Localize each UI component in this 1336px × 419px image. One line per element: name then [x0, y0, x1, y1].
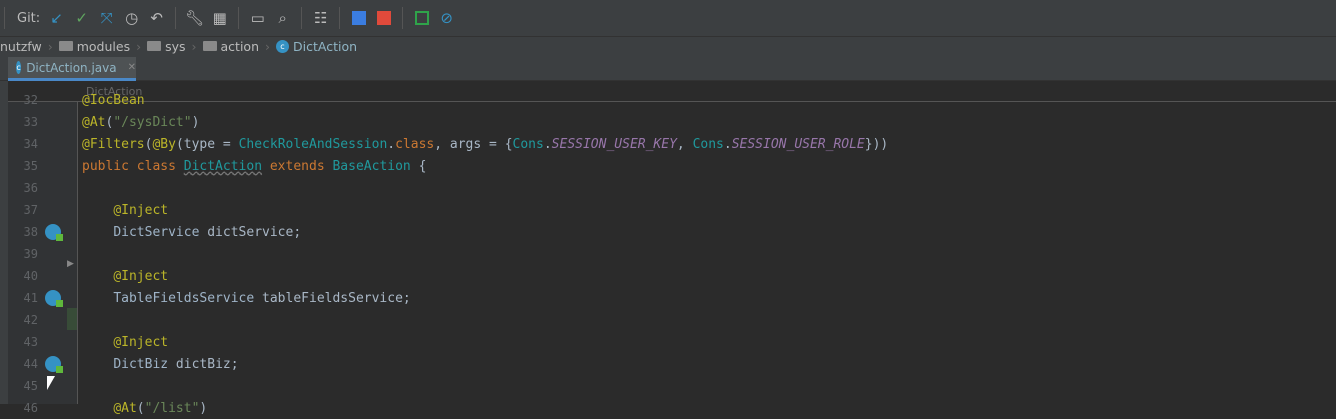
line-number: 33 [23, 115, 38, 129]
plugin-icon[interactable] [411, 7, 433, 29]
code-line[interactable]: 44 DictBiz dictBiz; [0, 353, 1336, 375]
folder-icon [147, 41, 162, 51]
code-text: public class DictAction extends BaseActi… [82, 158, 427, 174]
revert-icon[interactable]: ↶ [146, 7, 168, 29]
compass-icon[interactable]: ⊘ [436, 7, 458, 29]
line-number: 34 [23, 137, 38, 151]
search-icon[interactable]: ⌕ [272, 7, 294, 29]
translate-2-icon[interactable] [373, 7, 395, 29]
code-editor[interactable]: 32 @IocBean 33 @At("/sysDict") 34 @Filters(@B… [0, 89, 1336, 419]
merge-icon[interactable]: ⤧ [96, 7, 118, 29]
code-text: @At("/sysDict") [82, 114, 200, 130]
separator [402, 7, 404, 29]
line-number: 42 [23, 313, 38, 327]
line-number: 40 [23, 269, 38, 283]
breadcrumb-item[interactable]: nutzfw [0, 39, 42, 54]
injected-bean-icon[interactable] [45, 356, 63, 373]
breadcrumb-label: modules [76, 38, 131, 54]
code-text: @Filters(@By(type = CheckRoleAndSession.… [82, 136, 889, 152]
line-number: 37 [23, 203, 38, 217]
folder-icon [202, 41, 217, 51]
line-number: 38 [23, 225, 38, 239]
breadcrumb-label: sys [165, 38, 186, 54]
code-text: DictService dictService; [113, 224, 302, 240]
separator [175, 7, 177, 29]
code-text: @Inject [113, 202, 169, 218]
line-number: 43 [23, 335, 38, 349]
history-icon[interactable]: ◷ [121, 7, 143, 29]
folder-icon [58, 41, 73, 51]
breadcrumb-item[interactable]: c DictAction [276, 39, 357, 54]
code-line[interactable]: 36 [0, 177, 1336, 199]
tab-dictaction-java[interactable]: c DictAction.java ✕ [8, 57, 136, 81]
line-number: 44 [23, 357, 38, 371]
code-line[interactable]: 39 [0, 243, 1336, 265]
code-text: @Inject [113, 268, 169, 284]
code-text: @Inject [113, 334, 169, 350]
code-line[interactable]: 40 @Inject [0, 265, 1336, 287]
code-line[interactable]: 46 @At("/list") [0, 397, 1336, 419]
breadcrumb-label: nutzfw [0, 38, 42, 54]
code-line[interactable]: 37 @Inject [0, 199, 1336, 221]
line-number: 36 [23, 181, 38, 195]
code-line[interactable]: 33 @At("/sysDict") [0, 111, 1336, 133]
separator [339, 7, 341, 29]
code-line[interactable]: 42 [0, 309, 1336, 331]
line-number: 32 [23, 93, 38, 107]
settings-wrench-icon[interactable]: 🔧︎ [184, 7, 206, 29]
main-toolbar: Git: ↙ ✓ ⤧ ◷ ↶ 🔧︎ ▦ ▭ ⌕ ☷ ⊘ [0, 0, 1336, 37]
separator [4, 7, 5, 29]
tab-label: DictAction.java [26, 60, 117, 75]
code-line[interactable]: 32 @IocBean [0, 89, 1336, 111]
code-text: @IocBean [82, 92, 145, 108]
code-text: @At("/list") [113, 400, 208, 416]
fold-arrow-icon[interactable]: ▶ [67, 259, 74, 269]
code-text: DictBiz dictBiz; [113, 356, 239, 372]
breadcrumb-item[interactable]: sys [147, 38, 186, 54]
close-icon[interactable]: ✕ [128, 62, 136, 73]
breadcrumb-item[interactable]: action [202, 38, 259, 54]
code-text: TableFieldsService tableFieldsService; [113, 290, 411, 306]
separator [301, 7, 303, 29]
injected-bean-icon[interactable] [45, 224, 63, 241]
line-number: 35 [23, 159, 38, 173]
separator [238, 7, 240, 29]
code-line[interactable]: 38 DictService dictService; [0, 221, 1336, 243]
code-line[interactable]: 41 TableFieldsService tableFieldsService… [0, 287, 1336, 309]
line-number: 41 [23, 291, 38, 305]
line-number: 46 [23, 401, 38, 415]
breadcrumb-label: action [220, 38, 259, 54]
code-line[interactable]: 34 @Filters(@By(type = CheckRoleAndSessio… [0, 133, 1336, 155]
code-line[interactable]: 35 public class DictAction extends BaseAc… [0, 155, 1336, 177]
mouse-cursor-icon [47, 376, 55, 390]
code-line[interactable]: 45 [0, 375, 1336, 397]
translate-icon[interactable] [348, 7, 370, 29]
git-label: Git: [17, 10, 41, 26]
class-icon: c [16, 61, 22, 74]
code-line[interactable]: 43 @Inject [0, 331, 1336, 353]
project-structure-icon[interactable]: ▦ [209, 7, 231, 29]
class-icon: c [276, 39, 289, 53]
editor-tabs: c DictAction.java ✕ [0, 55, 1336, 81]
breadcrumb-label: DictAction [293, 38, 358, 54]
breadcrumb: nutzfw › modules › sys › action › c DictActio… [0, 37, 1336, 55]
commit-icon[interactable]: ✓ [71, 7, 93, 29]
terminal-icon[interactable]: ▭ [247, 7, 269, 29]
line-number: 45 [23, 379, 38, 393]
breadcrumb-item[interactable]: modules [58, 38, 131, 54]
sdk-icon[interactable]: ☷ [310, 7, 332, 29]
line-number: 39 [23, 247, 38, 261]
update-project-icon[interactable]: ↙ [46, 7, 68, 29]
injected-bean-icon[interactable] [45, 290, 63, 307]
